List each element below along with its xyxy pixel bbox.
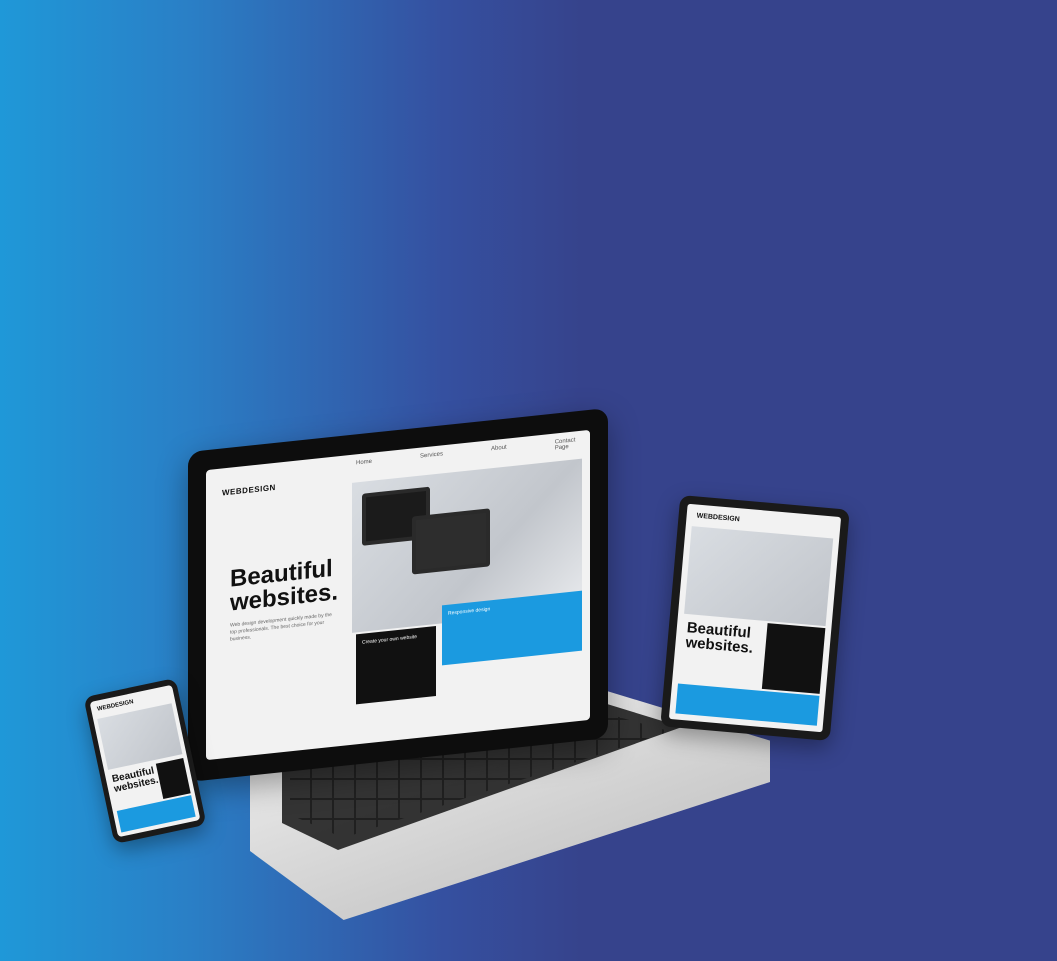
- nav-item-home[interactable]: Home: [356, 459, 372, 473]
- laptop-display: WEBDESIGN Home Services About Contact Pa…: [206, 429, 590, 761]
- phone-brand: WEBDESIGN: [96, 699, 135, 713]
- nav-item-services[interactable]: Services: [420, 451, 443, 465]
- hero-title: Beautiful websites.: [230, 555, 338, 617]
- nav-item-about[interactable]: About: [491, 445, 507, 459]
- dark-card[interactable]: Create your own website: [356, 626, 436, 705]
- phone-blue-card: [116, 795, 196, 833]
- hero-subtitle: Web design development quickly made by t…: [230, 611, 332, 643]
- laptop-screen: WEBDESIGN Home Services About Contact Pa…: [188, 407, 608, 783]
- tablet-brand: WEBDESIGN: [696, 512, 740, 524]
- phone-display: WEBDESIGN Beautiful websites.: [89, 684, 201, 838]
- tablet-display: WEBDESIGN Beautiful websites.: [668, 503, 842, 733]
- tablet-title: Beautiful websites.: [685, 619, 767, 657]
- tablet-dark-card: [761, 623, 826, 694]
- tablet-hero-image: [684, 526, 834, 627]
- tablet-device: WEBDESIGN Beautiful websites.: [660, 495, 850, 741]
- monitor-illustration-2: [412, 508, 490, 575]
- phone-dark-card: [155, 757, 191, 800]
- nav-item-contact[interactable]: Contact Page: [555, 436, 590, 451]
- laptop-brand: WEBDESIGN: [222, 482, 276, 498]
